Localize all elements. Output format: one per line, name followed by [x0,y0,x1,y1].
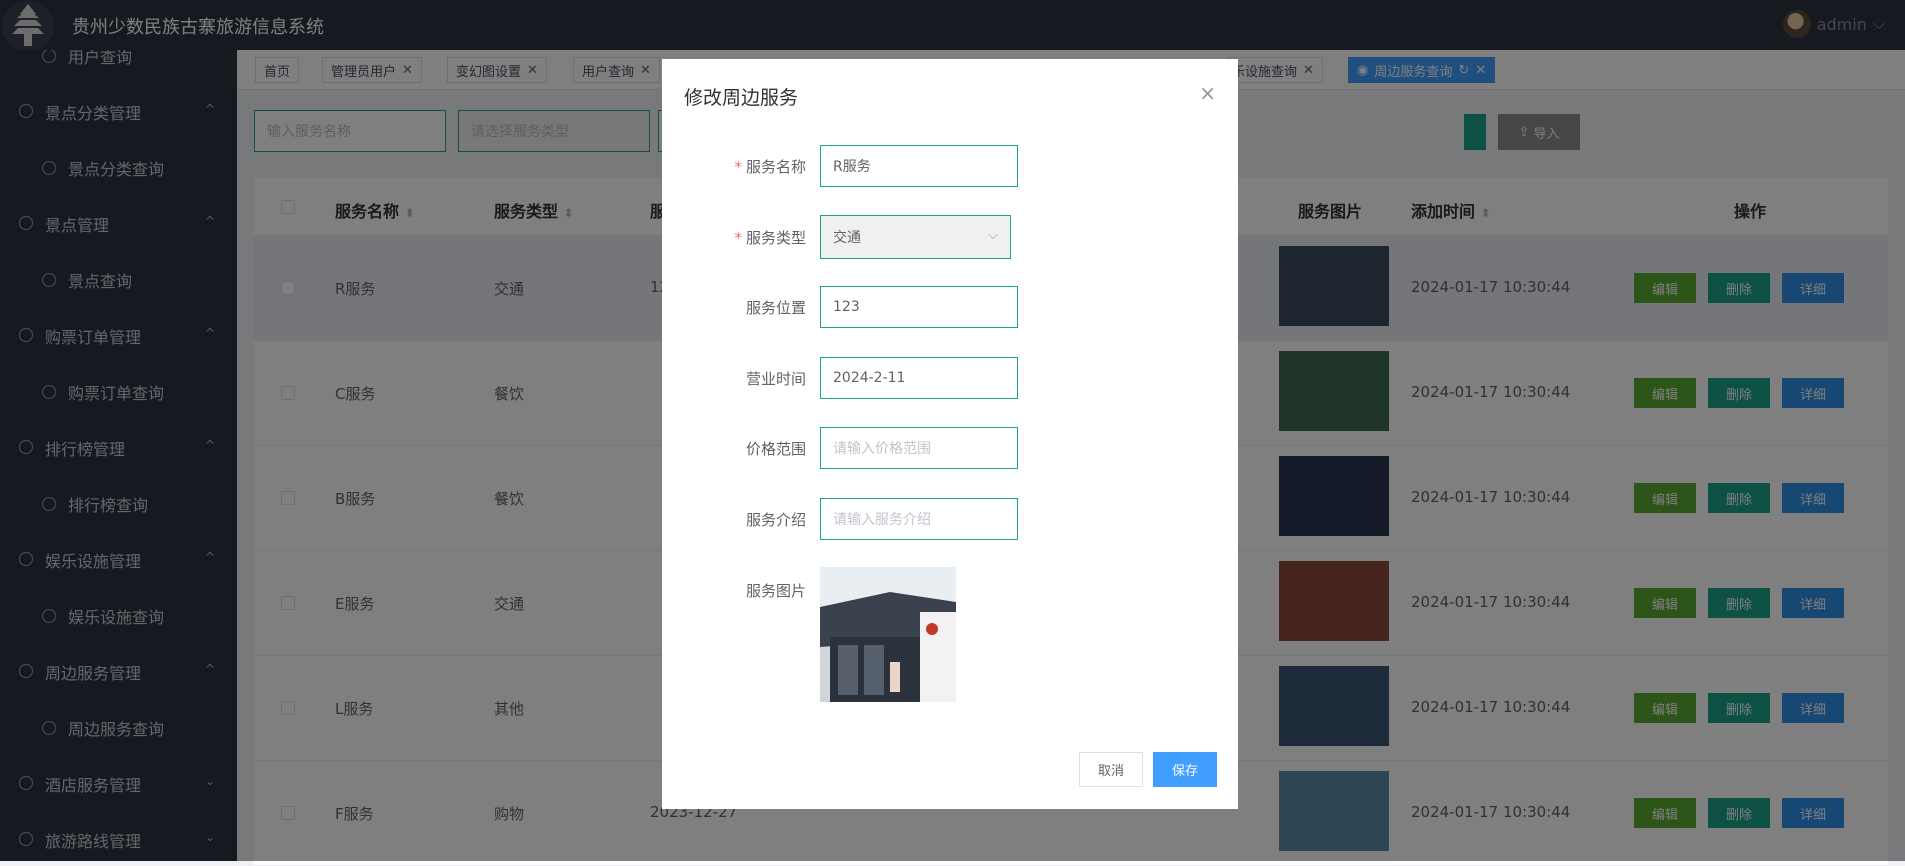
save-button[interactable]: 保存 [1153,752,1217,787]
dialog-title: 修改周边服务 [684,87,799,109]
close-icon[interactable]: × [1199,81,1216,105]
chevron-down-icon: ⌵ [988,228,998,243]
form-row-intro: 服务介绍 请输入服务介绍 [662,498,1238,542]
service-intro-input[interactable]: 请输入服务介绍 [820,498,1018,540]
service-type-select[interactable]: 交通 ⌵ [820,215,1011,259]
business-hours-input[interactable]: 2024-2-11 [820,357,1018,399]
form-row-position: 服务位置 123 [662,286,1238,330]
form-row-hours: 营业时间 2024-2-11 [662,357,1238,401]
service-position-input[interactable]: 123 [820,286,1018,328]
form-row-image: 服务图片 [662,567,1238,707]
price-range-input[interactable]: 请输入价格范围 [820,427,1018,469]
required-mark: * [734,158,742,176]
service-image-upload[interactable] [820,567,956,702]
form-row-type: * 服务类型 交通 ⌵ [662,215,1238,259]
form-row-price: 价格范围 请输入价格范围 [662,427,1238,471]
form-row-name: * 服务名称 R服务 [662,145,1238,189]
edit-service-dialog: 修改周边服务 × * 服务名称 R服务 * 服务类型 交通 ⌵ 服务位置 123 营… [662,59,1238,809]
cancel-button[interactable]: 取消 [1079,752,1143,787]
service-name-input[interactable]: R服务 [820,145,1018,187]
required-mark: * [734,229,742,247]
